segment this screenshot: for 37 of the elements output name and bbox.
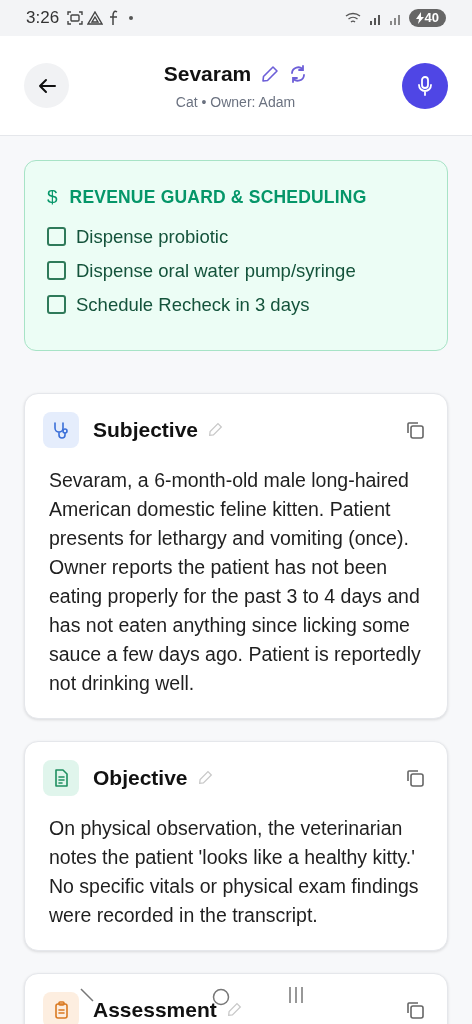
- status-time: 3:26: [26, 7, 60, 30]
- clipboard-icon: [52, 1000, 70, 1019]
- function-icon: [107, 10, 120, 26]
- nav-recents-icon[interactable]: [288, 986, 304, 1004]
- checkbox[interactable]: [47, 227, 66, 246]
- stethoscope-icon: [52, 420, 70, 439]
- checklist-item: Dispense probiotic: [76, 224, 229, 249]
- checkbox[interactable]: [47, 261, 66, 280]
- patient-subtitle: Cat • Owner: Adam: [175, 93, 296, 113]
- patient-name: Sevaram: [163, 60, 252, 87]
- bolt-icon: [415, 12, 424, 24]
- back-button[interactable]: [24, 63, 69, 108]
- section-title: Assessment: [93, 996, 217, 1023]
- screenshot-icon: [67, 11, 84, 25]
- revenue-title: REVENUE GUARD & SCHEDULING: [69, 186, 367, 210]
- checklist-item: Dispense oral water pump/syringe: [76, 258, 356, 283]
- edit-icon[interactable]: [261, 64, 280, 83]
- checklist-item: Schedule Recheck in 3 days: [76, 292, 310, 317]
- microphone-button[interactable]: [402, 62, 448, 109]
- back-arrow-icon: [37, 77, 56, 94]
- copy-icon[interactable]: [405, 767, 425, 788]
- refresh-icon[interactable]: [289, 64, 308, 83]
- wifi-icon: [344, 11, 363, 25]
- checkbox[interactable]: [47, 295, 66, 314]
- drive-icon: [87, 11, 104, 25]
- nav-back-icon[interactable]: [80, 988, 94, 1002]
- copy-icon[interactable]: [405, 999, 425, 1020]
- dot-icon: [129, 16, 134, 20]
- dollar-icon: $: [47, 183, 58, 212]
- section-text: Sevaram, a 6-month-old male long-haired American domestic feline kitten. Patient presents for lethargy and vomiting (once). Owner reports the patient has not been eating properly for the past 3 to 4 days and has not eaten anything since licking some sauce a few days ago. Patient is reportedly not drinking well.: [49, 467, 422, 696]
- document-icon: [52, 768, 70, 787]
- section-title: Subjective: [93, 416, 199, 443]
- battery-indicator: 40: [408, 9, 446, 27]
- section-title: Objective: [93, 764, 188, 791]
- microphone-icon: [418, 75, 432, 96]
- section-text: On physical observation, the veterinarian notes the patient 'looks like a healthy kitty.' No specific vitals or physical exam findings were recorded in the transcript.: [49, 815, 420, 928]
- copy-icon[interactable]: [405, 419, 425, 440]
